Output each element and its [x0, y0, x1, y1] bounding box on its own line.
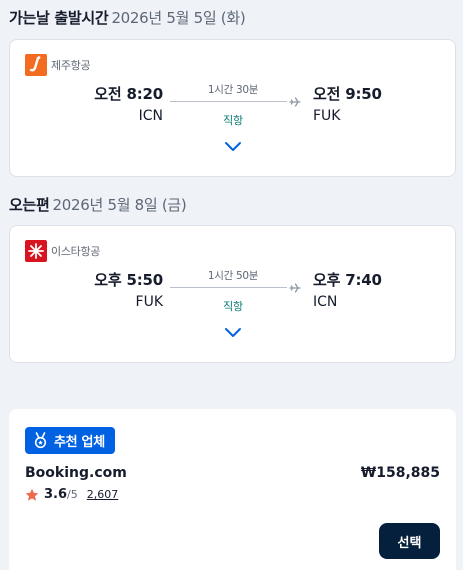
chevron-down-icon[interactable] — [223, 325, 243, 339]
price: ₩158,885 — [360, 465, 440, 481]
inbound-departure-airport: FUK — [135, 294, 163, 310]
outbound-stops: 직항 — [223, 114, 243, 127]
outbound-arrival-time: 오전 9:50 — [313, 85, 382, 103]
outbound-date: 2026년 5월 5일 (화) — [111, 9, 246, 27]
eastar-jet-logo — [25, 240, 47, 262]
inbound-flight-card[interactable]: 이스타항공 오후 5:50 FUK 1시간 50분 직항 오후 7:40 ICN — [9, 225, 456, 363]
provider-rating: 3.6/5 2,607 — [25, 487, 118, 502]
inbound-header: 오는편 2026년 5월 8일 (금) — [9, 194, 187, 215]
outbound-label: 가는날 출발시간 — [9, 9, 109, 27]
outbound-departure-airport: ICN — [138, 108, 163, 124]
inbound-airline-name: 이스타항공 — [51, 245, 101, 258]
inbound-date: 2026년 5월 8일 (금) — [52, 196, 187, 214]
provider-name: Booking.com — [25, 465, 127, 481]
outbound-airline: 제주항공 — [25, 54, 91, 76]
star-icon — [25, 488, 39, 501]
inbound-stops: 직항 — [223, 300, 243, 313]
outbound-route-line — [170, 101, 287, 102]
outbound-departure-time: 오전 8:20 — [94, 85, 163, 103]
inbound-label: 오는편 — [9, 196, 50, 214]
medal-icon — [34, 432, 47, 449]
outbound-flight-card[interactable]: 제주항공 오전 8:20 ICN 1시간 30분 직항 오전 9:50 FUK — [9, 39, 456, 177]
inbound-arrival-airport: ICN — [313, 294, 338, 310]
outbound-header: 가는날 출발시간 2026년 5월 5일 (화) — [9, 7, 246, 28]
recommended-badge: 추천 업체 — [25, 427, 115, 454]
inbound-airline: 이스타항공 — [25, 240, 100, 262]
outbound-arrival-airport: FUK — [313, 108, 341, 124]
offer-card: 추천 업체 Booking.com ₩158,885 3.6/5 2,607 선… — [9, 409, 456, 570]
inbound-arrival-time: 오후 7:40 — [313, 271, 382, 289]
plane-icon — [289, 283, 301, 293]
outbound-airline-name: 제주항공 — [51, 59, 91, 72]
jeju-air-logo — [25, 54, 47, 76]
review-count-link[interactable]: 2,607 — [87, 488, 119, 501]
chevron-down-icon[interactable] — [223, 139, 243, 153]
select-button[interactable]: 선택 — [379, 523, 440, 559]
rating-score: 3.6 — [44, 487, 68, 502]
inbound-departure-time: 오후 5:50 — [94, 271, 163, 289]
badge-label: 추천 업체 — [54, 435, 105, 450]
inbound-route-line — [170, 287, 287, 288]
plane-icon — [289, 97, 301, 107]
outbound-duration: 1시간 30분 — [207, 84, 259, 96]
inbound-duration: 1시간 50분 — [207, 270, 259, 282]
rating-max: /5 — [67, 488, 78, 501]
